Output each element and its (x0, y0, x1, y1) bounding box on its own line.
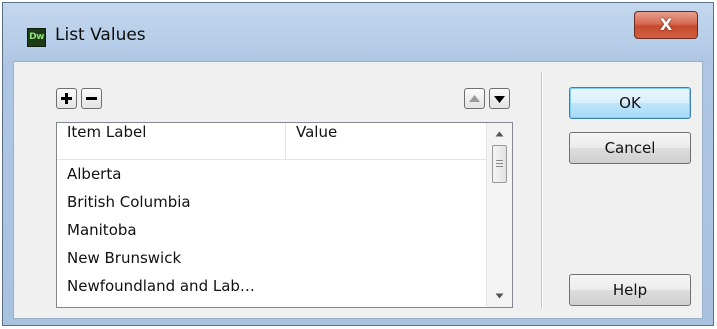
remove-item-button[interactable] (81, 88, 102, 109)
minus-icon (86, 97, 97, 100)
add-item-button[interactable] (56, 88, 77, 109)
scroll-down-button[interactable] (487, 285, 512, 307)
move-down-button[interactable] (489, 88, 510, 109)
ok-button[interactable]: OK (569, 87, 691, 119)
close-icon: X (659, 15, 673, 34)
move-up-button[interactable] (464, 88, 485, 109)
vertical-scrollbar[interactable] (486, 123, 512, 307)
list-item[interactable]: Manitoba (67, 221, 137, 249)
thumb-grip-line (496, 163, 503, 164)
column-header-value[interactable]: Value (286, 123, 486, 159)
list-values-dialog: Dw List Values X Item Label Value Albert… (2, 2, 714, 326)
thumb-grip-line (496, 166, 503, 167)
triangle-up-icon (469, 94, 480, 102)
scroll-up-arrow-icon (495, 131, 504, 137)
vertical-divider (541, 72, 542, 308)
triangle-down-icon (494, 95, 505, 103)
list-item[interactable]: Alberta (67, 165, 121, 193)
list-item[interactable]: British Columbia (67, 193, 191, 221)
list-header: Item Label Value (57, 123, 486, 160)
dialog-title: List Values (55, 25, 146, 45)
scroll-up-button[interactable] (487, 123, 512, 145)
list-item[interactable]: Newfoundland and Lab… (67, 277, 255, 305)
thumb-grip-line (496, 160, 503, 161)
cancel-button[interactable]: Cancel (569, 132, 691, 164)
close-button[interactable]: X (634, 11, 698, 39)
list-item[interactable]: New Brunswick (67, 249, 181, 277)
plus-icon (61, 93, 72, 104)
column-header-item-label[interactable]: Item Label (57, 123, 285, 159)
scrollbar-thumb[interactable] (492, 145, 507, 183)
help-button[interactable]: Help (569, 274, 691, 306)
title-bar[interactable]: Dw List Values X (3, 3, 713, 61)
dialog-body: Item Label Value Alberta British Columbi… (13, 61, 703, 319)
scroll-down-arrow-icon (495, 293, 504, 299)
list-values-table[interactable]: Item Label Value Alberta British Columbi… (56, 122, 513, 308)
dreamweaver-app-icon: Dw (27, 28, 46, 47)
